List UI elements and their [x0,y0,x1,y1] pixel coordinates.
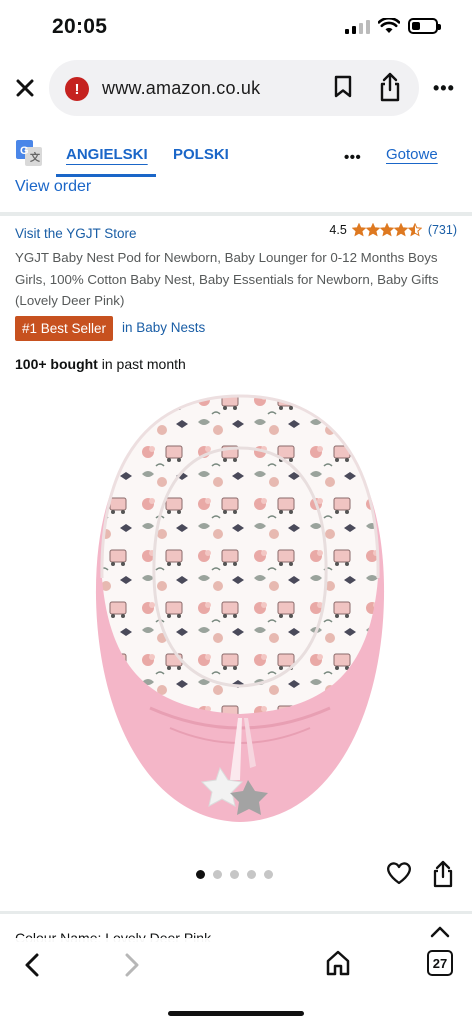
star-icon [365,223,380,237]
svg-text:G: G [20,145,29,157]
browser-bottom-toolbar: 27 [0,926,472,1024]
section-divider [0,212,472,216]
carousel-dot[interactable] [196,870,205,879]
status-icons [345,18,441,34]
carousel-dot[interactable] [213,870,222,879]
close-button[interactable] [12,73,38,103]
url-text: www.amazon.co.uk [102,78,261,98]
store-link[interactable]: Visit the YGJT Store [15,226,137,241]
url-field[interactable]: ! www.amazon.co.uk [49,60,419,116]
home-indicator [168,1011,304,1016]
google-translate-icon[interactable]: G 文 [16,140,42,166]
star-icon [379,223,394,237]
translate-done-button[interactable]: Gotowe [386,146,438,163]
carousel-dot[interactable] [247,870,256,879]
best-seller-badge[interactable]: #1 Best Seller [15,316,114,341]
best-seller-category-link[interactable]: in Baby Nests [122,320,205,335]
rating-count[interactable]: (731) [428,223,457,237]
product-image[interactable] [80,388,400,834]
active-tab-indicator [56,174,156,177]
section-divider [0,911,472,914]
cellular-signal-icon [345,18,370,34]
more-options-button[interactable]: ••• [433,79,455,97]
rating-value: 4.5 [329,223,347,237]
share-product-icon[interactable] [432,860,454,888]
tab-target-language[interactable]: POLSKI [173,146,229,163]
insecure-warning-icon[interactable]: ! [65,77,89,101]
translate-bar: G 文 ANGIELSKI POLSKI ••• Gotowe [0,122,472,177]
bookmark-icon[interactable] [334,75,352,99]
product-rating[interactable]: 4.5 (731) [329,223,457,237]
rating-stars [351,223,422,237]
heart-icon[interactable] [386,861,412,885]
share-icon[interactable] [379,72,401,102]
close-icon [16,79,34,97]
translate-more-button[interactable]: ••• [344,149,361,166]
star-icon [393,223,408,237]
view-order-link[interactable]: View order [15,178,91,196]
status-bar: 20:05 [0,0,472,56]
product-title: YGJT Baby Nest Pod for Newborn, Baby Lou… [15,250,439,308]
battery-icon [408,18,441,34]
browser-address-bar: ! www.amazon.co.uk ••• [0,56,472,122]
star-icon [407,223,422,237]
back-button[interactable] [22,952,42,978]
svg-text:文: 文 [30,151,41,164]
home-icon[interactable] [325,949,351,977]
wifi-icon [378,18,400,33]
star-icon [351,223,366,237]
purchase-count: 100+ bought in past month [15,356,186,372]
image-carousel-dots[interactable] [196,870,273,879]
status-time: 20:05 [52,15,108,38]
tab-source-language[interactable]: ANGIELSKI [66,146,148,163]
carousel-dot[interactable] [264,870,273,879]
forward-button[interactable] [122,952,142,978]
tabs-button[interactable]: 27 [427,950,453,976]
chevron-up-icon[interactable] [430,926,450,938]
carousel-dot[interactable] [230,870,239,879]
